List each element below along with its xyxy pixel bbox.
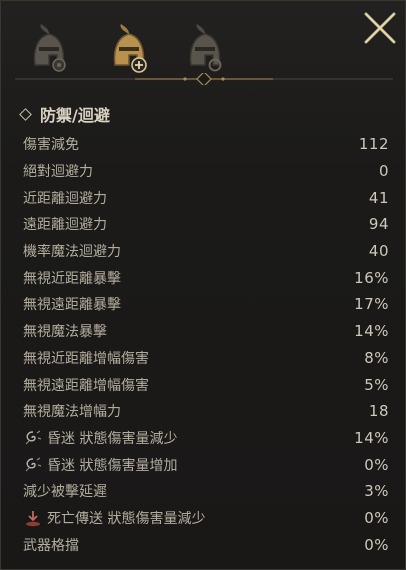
stat-label: 昏迷 狀態傷害量減少 [47, 430, 178, 447]
stat-row: 無視近距離增幅傷害 8% [1, 345, 406, 372]
stat-row: 機率魔法迴避力 40 [1, 238, 406, 265]
stat-label-with-icon: 死亡傳送 狀態傷害量減少 [23, 508, 205, 528]
stun-icon [23, 429, 43, 447]
stat-value: 18 [368, 402, 389, 421]
stat-value: 0 [378, 162, 389, 181]
helmet-ring-icon [189, 24, 222, 72]
stat-row: 無視魔法暴擊 14% [1, 318, 406, 345]
stat-value: 41 [368, 188, 389, 207]
stat-label-with-icon: 昏迷 狀態傷害量減少 [23, 428, 177, 448]
stat-label: 無視魔法暴擊 [23, 324, 107, 341]
stat-row: 武器格擋 0% [1, 531, 406, 558]
close-button[interactable] [361, 9, 399, 47]
stat-label-with-icon: 昏迷 狀態傷害量增加 [23, 455, 177, 475]
stat-row: 昏迷 狀態傷害量增加 0% [1, 451, 406, 478]
stat-label: 近距離迴避力 [23, 190, 107, 207]
ornament-divider [15, 73, 393, 85]
stat-row: 無視近距離暴擊 16% [1, 264, 406, 291]
stat-row: 無視遠距離暴擊 17% [1, 291, 406, 318]
stat-value: 94 [368, 215, 389, 234]
tab-helmet-ring[interactable] [177, 21, 233, 77]
stat-label: 遠距離迴避力 [23, 217, 107, 234]
stat-row: 絕對迴避力 0 [1, 158, 406, 185]
stat-label: 無視遠距離增幅傷害 [23, 377, 149, 394]
stat-label: 減少被擊延遲 [23, 484, 107, 501]
stat-row: 減少被擊延遲 3% [1, 478, 406, 505]
stat-value: 0% [364, 455, 389, 474]
tab-helmet-plus[interactable] [101, 21, 157, 77]
stat-value: 40 [368, 242, 389, 261]
stat-label: 昏迷 狀態傷害量增加 [47, 457, 178, 474]
stats-list: 傷害減免 112 絕對迴避力 0 近距離迴避力 41 遠距離迴避力 94 機率魔… [1, 131, 406, 558]
stat-label: 武器格擋 [23, 537, 79, 554]
stat-row: 昏迷 狀態傷害量減少 14% [1, 425, 406, 452]
helmet-plus-icon [113, 24, 147, 73]
stat-value: 5% [364, 375, 389, 394]
stat-value: 16% [354, 268, 389, 287]
stat-value: 17% [354, 295, 389, 314]
stat-row: 無視遠距離增幅傷害 5% [1, 371, 406, 398]
stat-row: 死亡傳送 狀態傷害量減少 0% [1, 505, 406, 532]
stat-value: 0% [364, 508, 389, 527]
stat-value: 14% [354, 428, 389, 447]
stat-value: 3% [364, 482, 389, 501]
close-icon [364, 12, 396, 44]
stat-value: 0% [364, 535, 389, 554]
section-header: 防禦/迴避 [19, 103, 110, 125]
section-title: 防禦/迴避 [40, 106, 110, 125]
stats-panel: 防禦/迴避 傷害減免 112 絕對迴避力 0 近距離迴避力 41 遠距離迴避力 … [0, 0, 406, 570]
stat-row: 傷害減免 112 [1, 131, 406, 158]
tab-helmet-gear[interactable] [21, 21, 77, 77]
stat-label: 機率魔法迴避力 [23, 244, 121, 261]
stat-value: 14% [354, 322, 389, 341]
stat-value: 112 [358, 135, 389, 154]
stat-label: 無視近距離增幅傷害 [23, 350, 149, 367]
stat-label: 無視魔法增幅力 [23, 404, 121, 421]
tab-bar [1, 1, 406, 83]
helmet-gear-icon [33, 24, 66, 72]
stat-value: 8% [364, 348, 389, 367]
stat-row: 近距離迴避力 41 [1, 184, 406, 211]
death-teleport-icon [23, 509, 43, 527]
diamond-icon [19, 107, 32, 121]
stat-label: 絕對迴避力 [23, 164, 93, 181]
stat-label: 無視遠距離暴擊 [23, 297, 121, 314]
stat-row: 無視魔法增幅力 18 [1, 398, 406, 425]
stun-icon [23, 456, 43, 474]
stat-label: 無視近距離暴擊 [23, 270, 121, 287]
stat-row: 遠距離迴避力 94 [1, 211, 406, 238]
stat-label: 傷害減免 [23, 137, 79, 154]
stat-label: 死亡傳送 狀態傷害量減少 [47, 510, 206, 527]
